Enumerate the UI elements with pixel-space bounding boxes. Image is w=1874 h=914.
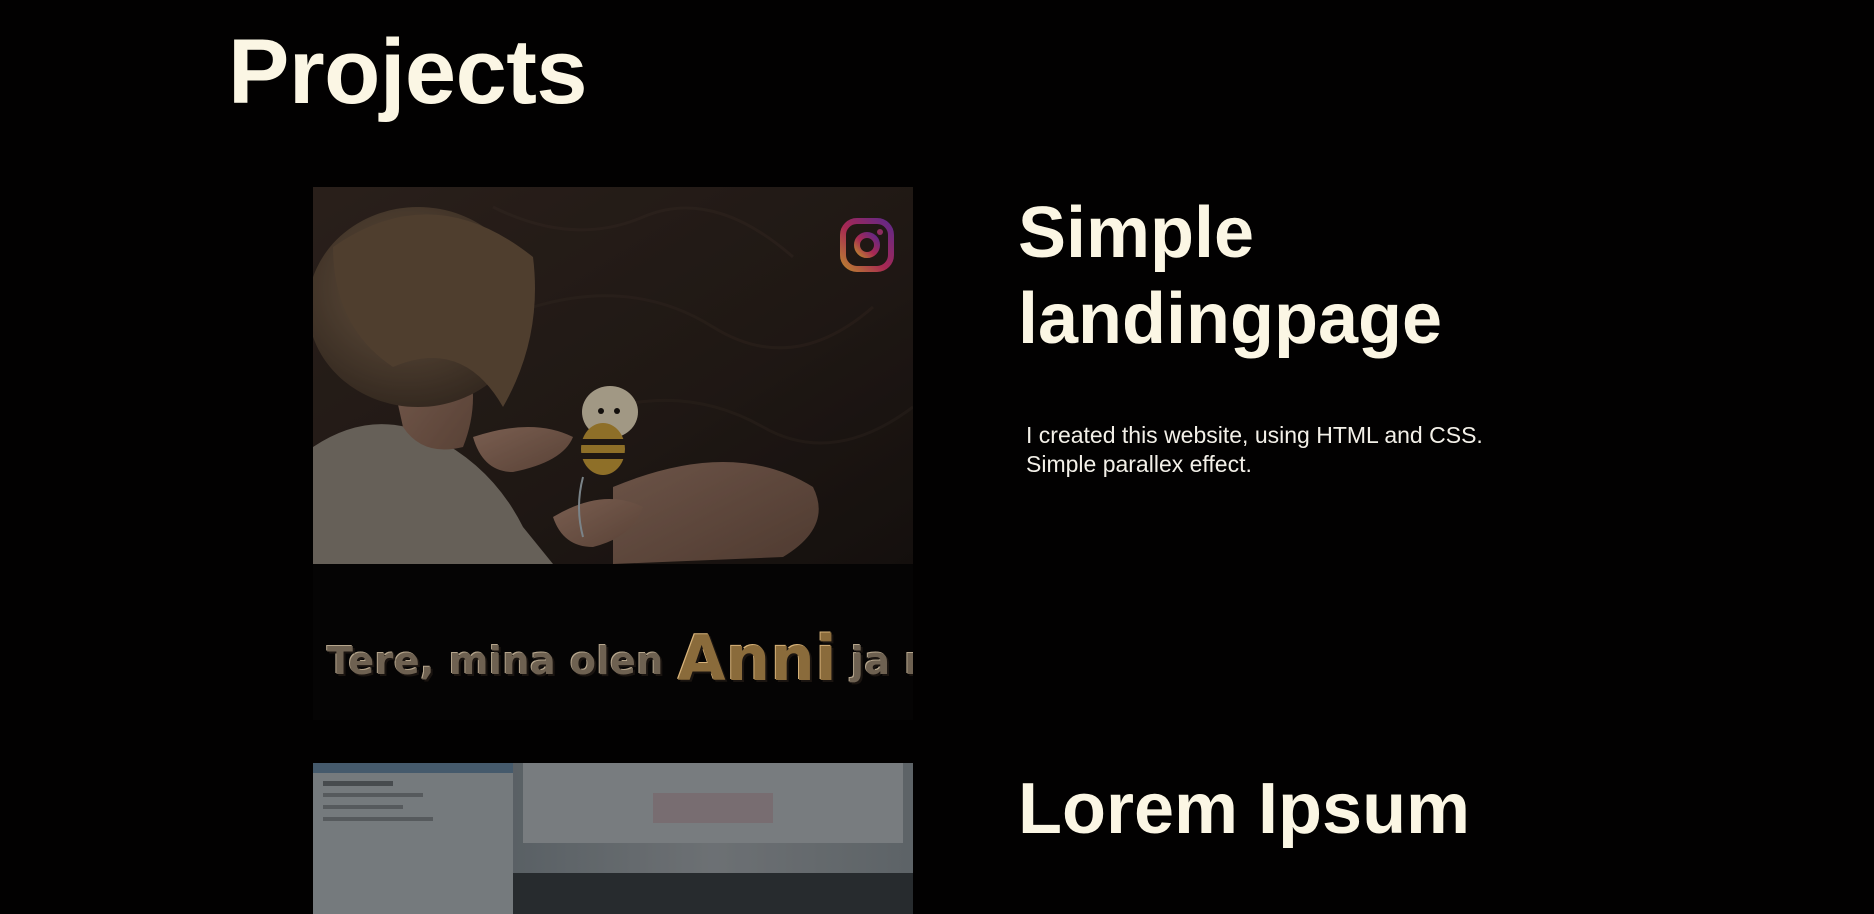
- project-photo-laptop: [313, 763, 913, 914]
- project-title-line-1: Simple: [1018, 193, 1255, 273]
- project-thumbnail-caption: Tere, mina olen Anni ja ma: [313, 564, 913, 720]
- project-description-line-2: Simple parallex effect.: [1026, 451, 1252, 477]
- project-title-line-2: landingpage: [1018, 279, 1443, 359]
- page: Projects Tere, mina olen Anni ja Simple …: [0, 0, 1874, 914]
- page-title: Projects: [228, 21, 588, 123]
- caption-post: ja ma: [850, 639, 913, 683]
- project-photo: [313, 187, 913, 564]
- project-thumbnail-lorem-ipsum[interactable]: [313, 763, 913, 914]
- instagram-icon[interactable]: [839, 217, 895, 273]
- caption-name: Anni: [677, 622, 838, 695]
- project-description: I created this website, using HTML and C…: [1026, 421, 1586, 479]
- project-title-lorem-ipsum: Lorem Ipsum: [1018, 769, 1471, 849]
- project-description-line-1: I created this website, using HTML and C…: [1026, 422, 1483, 448]
- project-title-simple-landingpage: Simple landingpage: [1018, 190, 1618, 362]
- thumbnail-caption-text: Tere, mina olen Anni ja ma: [327, 622, 913, 695]
- caption-pre: Tere, mina olen: [327, 639, 664, 683]
- project-thumbnail-simple-landingpage[interactable]: [313, 187, 913, 564]
